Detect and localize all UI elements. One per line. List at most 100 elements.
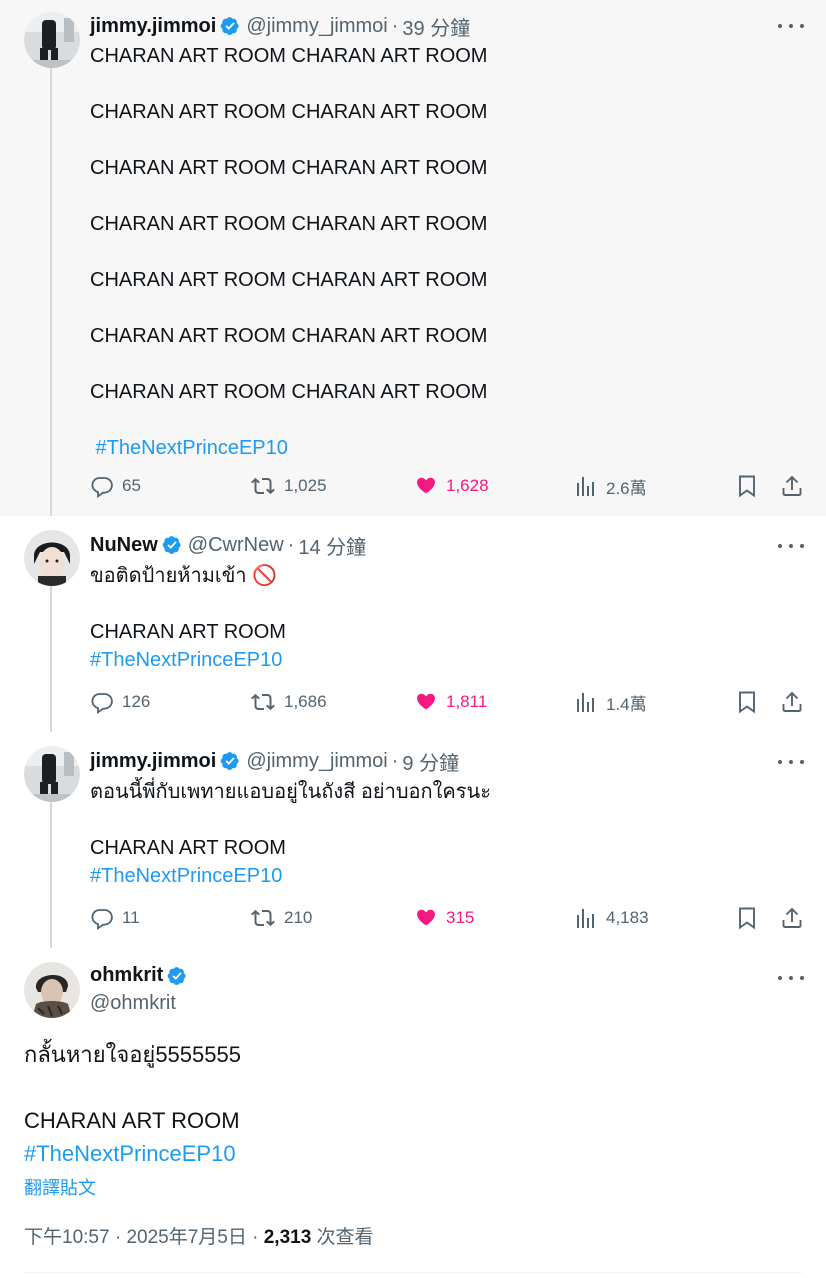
text-line: CHARAN ART ROOM CHARAN ART ROOM (90, 101, 488, 123)
separator: · (287, 533, 295, 556)
tweet-time[interactable]: 14 分鐘 (298, 531, 366, 560)
more-options-icon[interactable] (778, 968, 804, 988)
author-name[interactable]: jimmy.jimmoi (90, 15, 216, 38)
reply-button[interactable]: 126 (90, 688, 150, 716)
text-line (24, 1071, 241, 1104)
like-button[interactable]: 1,628 (414, 472, 489, 500)
separator: · (391, 749, 399, 772)
text-line (90, 126, 487, 154)
tweet-header: ohmkrit (90, 964, 187, 987)
verified-badge-icon (167, 966, 187, 986)
text-line: CHARAN ART ROOM CHARAN ART ROOM (90, 213, 488, 235)
main-tweet: ohmkrit @ohmkrit กลั้นหายใจอยู่5555555 C… (0, 948, 826, 1278)
bookmark-icon (739, 907, 755, 930)
tweet-header: jimmy.jimmoi @jimmy_jimmoi · 9 分鐘 (90, 747, 459, 775)
more-options-icon[interactable] (778, 536, 804, 556)
text-line: ตอนนี้พี่กับเพทายแอบอยู่ในถังสี อย่าบอกใ… (90, 781, 491, 803)
reply-button[interactable]: 11 (90, 904, 140, 932)
tweet-time[interactable]: 9 分鐘 (402, 747, 459, 776)
text-line (90, 806, 491, 834)
repost-button[interactable]: 1,025 (250, 472, 327, 500)
share-button[interactable] (780, 472, 804, 500)
author-handle[interactable]: @jimmy_jimmoi (246, 15, 387, 38)
post-date[interactable]: 2025年7月5日 (126, 1227, 246, 1248)
like-button[interactable]: 1,811 (414, 688, 487, 716)
avatar[interactable] (24, 12, 80, 68)
like-count: 1,628 (446, 476, 489, 495)
more-options-icon[interactable] (778, 16, 804, 36)
separator: · (252, 1227, 259, 1248)
text-line: ขอติดป้ายห้ามเข้า 🚫 (90, 565, 278, 587)
reply-button[interactable]: 65 (90, 472, 141, 500)
bookmark-button[interactable] (736, 904, 758, 932)
reply-tweet-1[interactable]: jimmy.jimmoi @jimmy_jimmoi · 39 分鐘 CHARA… (0, 0, 826, 516)
more-options-icon[interactable] (778, 752, 804, 772)
repost-icon (251, 909, 275, 927)
view-count: 4,183 (606, 908, 649, 927)
share-icon (782, 907, 802, 928)
repost-count: 1,686 (284, 692, 327, 711)
views-count: 2,313 (263, 1227, 312, 1248)
heart-filled-icon (417, 477, 435, 494)
repost-button[interactable]: 1,686 (250, 688, 327, 716)
tweet-timestamp: 下午10:57 · 2025年7月5日 · 2,313 次查看 (24, 1222, 374, 1249)
reply-tweet-2[interactable]: NuNew @CwrNew · 14 分鐘 ขอติดป้ายห้ามเข้า … (0, 516, 826, 732)
avatar[interactable] (24, 962, 80, 1018)
tweet-time[interactable]: 39 分鐘 (402, 12, 470, 41)
views-button[interactable]: 1.4萬 (576, 688, 647, 716)
views-button[interactable]: 2.6萬 (576, 472, 647, 500)
like-count: 1,811 (446, 692, 488, 711)
text-line: CHARAN ART ROOM (24, 1108, 240, 1133)
author-name[interactable]: ohmkrit (90, 964, 163, 987)
separator: · (391, 14, 399, 37)
post-time[interactable]: 下午10:57 (24, 1227, 110, 1248)
author-handle[interactable]: @jimmy_jimmoi (246, 750, 387, 773)
author-handle[interactable]: @CwrNew (188, 534, 284, 557)
text-line: CHARAN ART ROOM CHARAN ART ROOM (90, 325, 488, 347)
avatar[interactable] (24, 530, 80, 586)
repost-count: 1,025 (284, 476, 327, 495)
text-line: CHARAN ART ROOM CHARAN ART ROOM (90, 157, 488, 179)
repost-icon (251, 477, 275, 495)
hashtag-link[interactable]: #TheNextPrinceEP10 (24, 1137, 241, 1170)
view-count: 1.4萬 (606, 694, 647, 714)
tweet-text: กลั้นหายใจอยู่5555555 CHARAN ART ROOM #T… (24, 1038, 241, 1170)
heart-filled-icon (417, 909, 435, 926)
bookmark-button[interactable] (736, 472, 758, 500)
author-name[interactable]: jimmy.jimmoi (90, 750, 216, 773)
divider (24, 1272, 802, 1273)
thread-line (50, 802, 52, 948)
text-line (90, 182, 487, 210)
share-icon (782, 691, 802, 712)
translate-post-link[interactable]: 翻譯貼文 (24, 1174, 96, 1200)
action-bar: 11 210 315 4,183 (90, 904, 806, 932)
text-line (90, 70, 487, 98)
hashtag-link[interactable]: #TheNextPrinceEP10 (90, 646, 286, 674)
share-button[interactable] (780, 688, 804, 716)
action-bar: 65 1,025 1,628 2.6萬 (90, 472, 806, 500)
reply-tweet-3[interactable]: jimmy.jimmoi @jimmy_jimmoi · 9 分鐘 ตอนนี้… (0, 732, 826, 948)
thread-line (50, 66, 52, 516)
avatar[interactable] (24, 746, 80, 802)
hashtag-link[interactable]: #TheNextPrinceEP10 (90, 434, 487, 462)
hashtag-link[interactable]: #TheNextPrinceEP10 (90, 862, 491, 890)
verified-badge-icon (220, 16, 240, 36)
views-chart-icon (577, 693, 594, 712)
view-count: 2.6萬 (606, 478, 647, 498)
share-button[interactable] (780, 904, 804, 932)
like-count: 315 (446, 908, 475, 927)
views-chart-icon (577, 477, 594, 496)
like-button[interactable]: 315 (414, 904, 474, 932)
text-line: CHARAN ART ROOM (90, 837, 286, 859)
bookmark-button[interactable] (736, 688, 758, 716)
verified-badge-icon (220, 751, 240, 771)
tweet-text: ขอติดป้ายห้ามเข้า 🚫 CHARAN ART ROOM #The… (90, 562, 286, 674)
text-line (90, 406, 487, 434)
reply-count: 126 (122, 692, 151, 711)
repost-button[interactable]: 210 (250, 904, 312, 932)
repost-icon (251, 693, 275, 711)
author-handle[interactable]: @ohmkrit (90, 992, 176, 1015)
author-name[interactable]: NuNew (90, 534, 158, 557)
views-button[interactable]: 4,183 (576, 904, 649, 932)
reply-count: 65 (122, 476, 141, 495)
